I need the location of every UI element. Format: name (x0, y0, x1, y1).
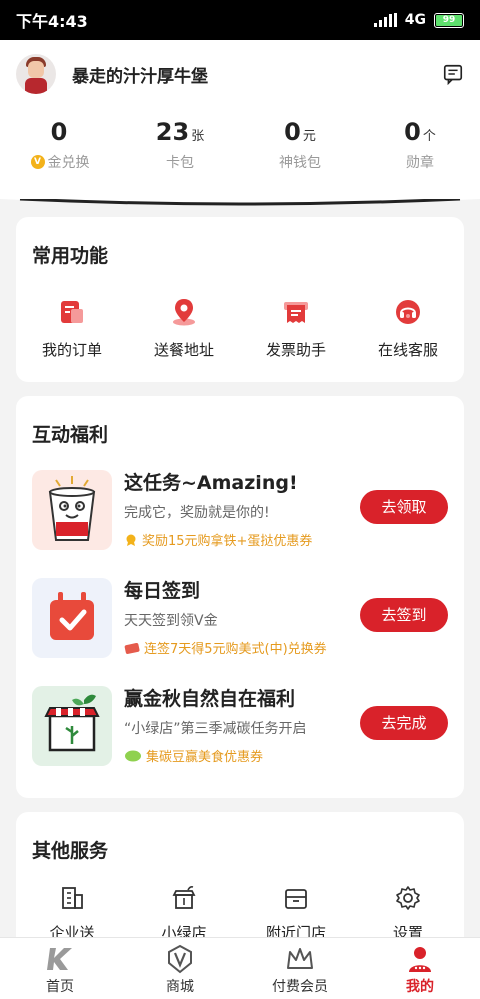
section-title: 常用功能 (32, 245, 109, 267)
task-reward-text: 奖励15元购拿铁+蛋挞优惠券 (142, 534, 313, 549)
task-subtitle: “小绿店”第三季减碳任务开启 (124, 721, 307, 737)
tab-home[interactable]: 首页 (0, 938, 120, 999)
stats-row: 0 V 金兑换 23 张 卡包 0元 神钱包 0个 勋章 (0, 118, 480, 172)
task-subtitle: 完成它，奖励就是你的! (124, 505, 270, 521)
task-amazing: 这任务~Amazing! 完成它，奖励就是你的! 奖励15元购拿铁+蛋挞优惠券 … (32, 470, 448, 554)
avatar[interactable] (16, 54, 56, 94)
tab-paid-membership[interactable]: 付费会员 (240, 938, 360, 999)
task-reward: 连签7天得5元购美式(中)兑换券 (124, 638, 327, 657)
stat-label: 神钱包 (279, 155, 321, 171)
signal-icon (373, 13, 397, 27)
stat-value: 0 (50, 118, 68, 146)
task-reward: 奖励15元购拿铁+蛋挞优惠券 (124, 530, 312, 549)
headset-icon (396, 300, 420, 324)
benefits-card: 互动福利 这任务~Amazing! 完成它，奖励就是你的! 奖励15元购拿铁+蛋… (16, 396, 464, 798)
order-icon (61, 301, 83, 323)
header-curve-divider (0, 199, 480, 211)
section-title: 其他服务 (32, 840, 109, 862)
bean-icon (125, 750, 141, 761)
green-store-icon (32, 686, 112, 766)
func-invoice[interactable]: 发票助手 (240, 297, 352, 360)
tab-label: 付费会员 (272, 979, 328, 995)
stat-wallet[interactable]: 0元 神钱包 (240, 118, 360, 172)
person-icon (409, 947, 431, 972)
battery-icon: 99 (434, 12, 464, 28)
stat-unit: 个 (422, 129, 436, 144)
svc-settings[interactable]: 设置 (352, 884, 464, 943)
tab-mall[interactable]: 商城 (120, 938, 240, 999)
status-bar: 下午4:43 4G 99 (0, 0, 480, 40)
location-pin-icon (173, 299, 195, 326)
claim-button[interactable]: 去领取 (360, 490, 448, 524)
building-icon (62, 887, 83, 909)
stat-value: 0 (404, 118, 421, 146)
task-title: 每日签到 (124, 580, 201, 602)
invoice-icon (284, 302, 308, 323)
task-green-store: 赢金秋自然自在福利 “小绿店”第三季减碳任务开启 集碳豆赢美食优惠券 去完成 (32, 686, 448, 770)
stat-card-wallet[interactable]: 23 张 卡包 (120, 118, 240, 172)
network-type: 4G (404, 12, 426, 28)
stat-label: 勋章 (406, 155, 434, 171)
task-subtitle: 天天签到领V金 (124, 613, 218, 629)
section-title: 互动福利 (32, 424, 109, 446)
home-k-logo-icon (47, 948, 72, 970)
func-label: 发票助手 (265, 341, 326, 359)
tab-mine[interactable]: 我的 (360, 938, 480, 999)
checkin-button[interactable]: 去签到 (360, 598, 448, 632)
crown-icon (287, 948, 313, 969)
svc-nearby-stores[interactable]: 附近门店 (240, 884, 352, 943)
profile-header: 暴走的汁汁厚牛堡 0 V 金兑换 23 张 卡包 0元 神钱包 0个 勋章 (0, 40, 480, 205)
task-title: 这任务~Amazing! (124, 472, 298, 494)
profile-row: 暴走的汁汁厚牛堡 (16, 54, 464, 94)
username[interactable]: 暴走的汁汁厚牛堡 (72, 62, 208, 87)
func-my-orders[interactable]: 我的订单 (16, 297, 128, 360)
func-label: 送餐地址 (153, 341, 214, 359)
func-label: 我的订单 (41, 341, 102, 359)
task-daily-checkin: 每日签到 天天签到领V金 连签7天得5元购美式(中)兑换券 去签到 (32, 578, 448, 662)
stat-unit: 张 (191, 129, 205, 144)
store-box-icon (285, 889, 307, 909)
task-reward: 集碳豆赢美食优惠券 (124, 746, 263, 765)
svc-enterprise[interactable]: 企业送 (16, 884, 128, 943)
stat-label: 金兑换 (47, 155, 90, 171)
common-functions-card: 常用功能 我的订单 送餐地址 发票助手 在线客服 (16, 217, 464, 382)
func-label: 在线客服 (377, 341, 438, 359)
coffee-cup-mascot-icon (32, 470, 112, 550)
func-delivery-address[interactable]: 送餐地址 (128, 297, 240, 360)
tab-label: 我的 (406, 979, 434, 995)
stat-value: 0 (284, 118, 301, 146)
tab-label: 商城 (166, 979, 194, 995)
tab-label: 首页 (46, 979, 74, 995)
func-customer-service[interactable]: 在线客服 (352, 297, 464, 360)
medal-icon (126, 534, 136, 546)
task-reward-text: 集碳豆赢美食优惠券 (146, 750, 264, 765)
message-icon[interactable] (442, 63, 464, 85)
ticket-icon (124, 642, 140, 654)
svc-green-store[interactable]: 小绿店 (128, 884, 240, 943)
green-store-icon (172, 886, 196, 909)
stat-unit: 元 (302, 129, 316, 144)
stat-v-gold[interactable]: 0 V 金兑换 (0, 118, 120, 172)
calendar-check-icon (32, 578, 112, 658)
task-title: 赢金秋自然自在福利 (124, 688, 296, 710)
v-coin-icon: V (30, 155, 45, 169)
bottom-tab-bar: 首页 商城 付费会员 我的 (0, 937, 480, 999)
stat-badges[interactable]: 0个 勋章 (360, 118, 480, 172)
stat-value: 23 (155, 118, 190, 146)
task-reward-text: 连签7天得5元购美式(中)兑换券 (144, 642, 327, 657)
battery-level: 99 (436, 14, 462, 26)
status-time: 下午4:43 (16, 12, 88, 31)
v-shield-icon (168, 944, 192, 974)
gear-icon (396, 886, 420, 910)
stat-label: 卡包 (166, 155, 194, 171)
complete-button[interactable]: 去完成 (360, 706, 448, 740)
